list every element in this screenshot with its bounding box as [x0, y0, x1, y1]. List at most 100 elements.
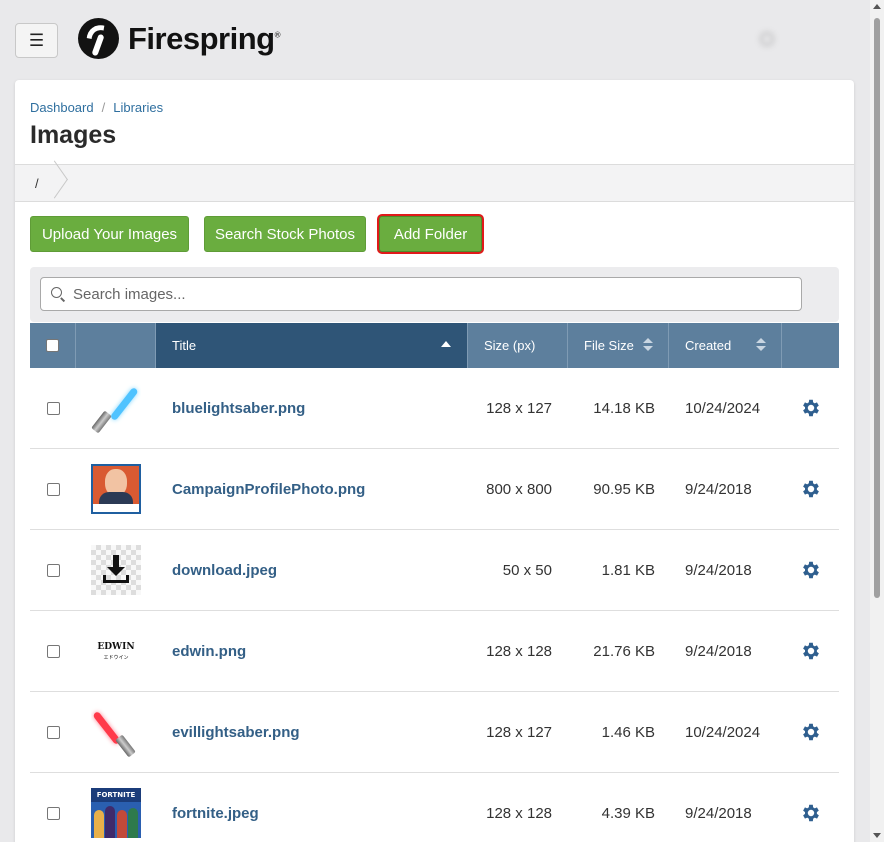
- image-file-size: 1.81 KB: [601, 561, 655, 579]
- actions-cell: [782, 559, 839, 581]
- gear-icon[interactable]: [800, 559, 822, 581]
- search-panel: [30, 267, 839, 322]
- row-select-cell: [30, 806, 76, 820]
- character-shape: [94, 810, 104, 838]
- sort-icon: [643, 338, 653, 352]
- actions-header: [782, 323, 839, 368]
- download-tray: [103, 575, 129, 583]
- select-all-cell: [30, 323, 76, 368]
- page-title: Images: [30, 121, 117, 149]
- table-row: evillightsaber.png 128 x 127 1.46 KB 10/…: [30, 692, 839, 773]
- sort-ascending-icon: [441, 341, 451, 347]
- blurred-search: [760, 30, 844, 48]
- gear-icon[interactable]: [800, 721, 822, 743]
- actions-cell: [782, 397, 839, 419]
- fortnite-logo-text: FORTNITE: [91, 788, 141, 802]
- hilt-shape: [91, 410, 112, 433]
- brand-logo[interactable]: Firespring®: [78, 18, 281, 59]
- row-checkbox[interactable]: [46, 482, 60, 496]
- image-created-date: 9/24/2018: [685, 480, 752, 498]
- search-input[interactable]: [73, 285, 773, 303]
- gear-icon[interactable]: [800, 478, 822, 500]
- blue-lightsaber-thumbnail[interactable]: [91, 383, 141, 433]
- row-select-cell: [30, 563, 76, 577]
- image-dimensions: 50 x 50: [502, 561, 552, 579]
- image-file-size: 4.39 KB: [601, 804, 655, 822]
- row-checkbox[interactable]: [46, 644, 60, 658]
- photo-caption-band: [93, 504, 139, 512]
- gear-icon[interactable]: [800, 640, 822, 662]
- image-title-link[interactable]: CampaignProfilePhoto.png: [156, 481, 468, 498]
- image-title-link[interactable]: bluelightsaber.png: [156, 400, 468, 417]
- image-title-link[interactable]: fortnite.jpeg: [156, 805, 468, 822]
- character-shape: [117, 810, 127, 838]
- file-size-header-label: File Size: [584, 338, 634, 353]
- gear-icon[interactable]: [800, 397, 822, 419]
- row-checkbox[interactable]: [46, 725, 60, 739]
- path-chevron-icon: [49, 165, 63, 201]
- image-title-link[interactable]: evillightsaber.png: [156, 724, 468, 741]
- upload-images-button[interactable]: Upload Your Images: [30, 216, 189, 252]
- sort-icon: [756, 338, 766, 352]
- image-title-link[interactable]: edwin.png: [156, 643, 468, 660]
- menu-button[interactable]: ☰: [15, 23, 58, 58]
- image-dimensions: 128 x 127: [486, 399, 552, 417]
- table-row: download.jpeg 50 x 50 1.81 KB 9/24/2018: [30, 530, 839, 611]
- images-table: Title Size (px) File Size Created blueli…: [30, 323, 839, 842]
- table-row: CampaignProfilePhoto.png 800 x 800 90.95…: [30, 449, 839, 530]
- scroll-down-icon[interactable]: [873, 833, 881, 838]
- thumbnail-cell: [76, 545, 156, 595]
- image-file-size: 1.46 KB: [601, 723, 655, 741]
- table-row: EDWIN エドウイン edwin.png 128 x 128 21.76 KB…: [30, 611, 839, 692]
- row-checkbox[interactable]: [46, 401, 60, 415]
- title-column-header[interactable]: Title: [156, 323, 468, 368]
- image-file-size: 21.76 KB: [593, 642, 655, 660]
- breadcrumb: Dashboard / Libraries: [30, 100, 163, 115]
- character-shape: [105, 806, 115, 838]
- actions-cell: [782, 478, 839, 500]
- image-dimensions: 128 x 127: [486, 723, 552, 741]
- actions-cell: [782, 721, 839, 743]
- thumbnail-cell: FORTNITE: [76, 788, 156, 838]
- add-folder-button[interactable]: Add Folder: [379, 216, 482, 252]
- created-column-header[interactable]: Created: [669, 323, 782, 368]
- image-dimensions: 128 x 128: [486, 642, 552, 660]
- select-all-checkbox[interactable]: [46, 339, 59, 352]
- breadcrumb-libraries[interactable]: Libraries: [113, 100, 163, 115]
- gear-icon[interactable]: [800, 802, 822, 824]
- image-title-link[interactable]: download.jpeg: [156, 562, 468, 579]
- thumbnail-cell: [76, 464, 156, 514]
- row-checkbox[interactable]: [46, 806, 60, 820]
- search-box[interactable]: [40, 277, 802, 311]
- scroll-up-icon[interactable]: [873, 4, 881, 9]
- red-lightsaber-thumbnail[interactable]: [91, 707, 141, 757]
- created-header-label: Created: [685, 338, 732, 353]
- hilt-shape: [115, 734, 136, 757]
- file-size-column-header[interactable]: File Size: [568, 323, 669, 368]
- image-created-date: 10/24/2024: [685, 399, 761, 417]
- image-created-date: 9/24/2018: [685, 804, 752, 822]
- image-created-date: 9/24/2018: [685, 561, 752, 579]
- table-header: Title Size (px) File Size Created: [30, 323, 839, 368]
- character-shape: [128, 808, 138, 838]
- thumbnail-cell: [76, 383, 156, 433]
- download-thumbnail[interactable]: [91, 545, 141, 595]
- fortnite-thumbnail[interactable]: FORTNITE: [91, 788, 141, 838]
- images-library-card: Dashboard / Libraries Images / Upload Yo…: [15, 80, 854, 842]
- size-header-label: Size (px): [484, 338, 536, 353]
- scrollbar-thumb[interactable]: [874, 18, 880, 598]
- size-column-header: Size (px): [468, 323, 568, 368]
- row-checkbox[interactable]: [46, 563, 60, 577]
- edwin-logo-thumbnail[interactable]: EDWIN エドウイン: [91, 626, 141, 676]
- firespring-logo-icon: [78, 18, 119, 59]
- search-stock-photos-button[interactable]: Search Stock Photos: [204, 216, 366, 252]
- profile-photo-thumbnail[interactable]: [91, 464, 141, 514]
- image-dimensions: 128 x 128: [486, 804, 552, 822]
- image-file-size: 14.18 KB: [593, 399, 655, 417]
- page-scrollbar[interactable]: [870, 0, 884, 842]
- breadcrumb-dashboard[interactable]: Dashboard: [30, 100, 94, 115]
- search-icon: [51, 287, 65, 301]
- row-select-cell: [30, 644, 76, 658]
- actions-cell: [782, 802, 839, 824]
- image-file-size: 90.95 KB: [593, 480, 655, 498]
